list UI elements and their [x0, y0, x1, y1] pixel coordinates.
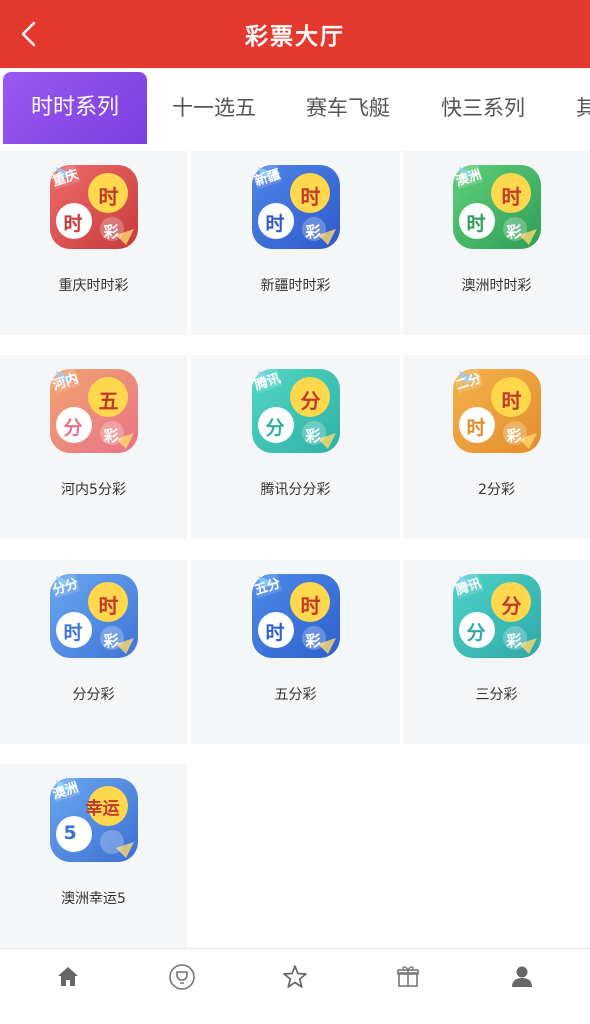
- nav-user[interactable]: [502, 963, 542, 1007]
- game-card[interactable]: 澳洲 幸运 5 澳洲幸运5: [0, 764, 187, 948]
- header-bar: 彩票大厅: [0, 0, 590, 68]
- trophy-icon: [169, 964, 195, 990]
- game-card[interactable]: 分分时时彩分分彩: [0, 560, 187, 744]
- icon-ball-text: 时: [300, 594, 321, 618]
- game-name: 分分彩: [72, 687, 115, 703]
- icon-ball-text: 时: [466, 213, 486, 235]
- icon-ball-text: 彩: [305, 632, 321, 650]
- icon-ball-text: 幸运: [85, 799, 120, 819]
- game-card[interactable]: 澳洲时时彩澳洲时时彩: [403, 151, 590, 335]
- game-name: 重庆时时彩: [58, 278, 129, 294]
- lottery-logo-icon: 五分时时彩: [248, 566, 344, 662]
- icon-ball-text: 时: [265, 213, 285, 235]
- game-name: 五分彩: [274, 687, 317, 703]
- page-title: 彩票大厅: [245, 24, 345, 50]
- game-card[interactable]: 二分时时彩 2分彩: [403, 355, 590, 539]
- icon-ball-text: 彩: [305, 223, 321, 241]
- nav-home[interactable]: [48, 963, 88, 1007]
- bottom-nav: [0, 948, 590, 1024]
- lottery-logo-icon: 二分时时彩: [449, 361, 545, 457]
- lottery-logo-icon: 重庆时时彩: [46, 157, 142, 253]
- icon-ball-text: 时: [63, 213, 83, 235]
- icon-ball-text: 时: [466, 417, 486, 439]
- game-card[interactable]: 腾讯分分彩三分彩: [403, 560, 590, 744]
- icon-ball-text: 时: [98, 594, 119, 618]
- tab-11x5[interactable]: 十一选五: [172, 72, 256, 144]
- game-name: 三分彩: [475, 687, 518, 703]
- nav-gift[interactable]: [388, 963, 428, 1007]
- icon-ball-text: 时: [501, 389, 522, 413]
- nav-star[interactable]: [275, 963, 315, 1007]
- icon-ball-text: 5: [63, 822, 77, 844]
- icon-ball-text: 彩: [506, 427, 522, 445]
- icon-ball-text: 时: [63, 622, 83, 644]
- icon-ball-text: 时: [300, 185, 321, 209]
- game-card[interactable]: 重庆时时彩重庆时时彩: [0, 151, 187, 335]
- tab-shishi[interactable]: 时时系列: [3, 72, 147, 144]
- lottery-logo-icon: 澳洲时时彩: [449, 157, 545, 253]
- icon-ball-text: 时: [98, 185, 119, 209]
- game-card[interactable]: 腾讯分分彩腾讯分分彩: [191, 355, 400, 539]
- lottery-logo-icon: 河内五分彩: [46, 361, 142, 457]
- game-card[interactable]: 五分时时彩五分彩: [191, 560, 400, 744]
- nav-trophy[interactable]: [162, 963, 202, 1007]
- icon-ball-text: 分: [501, 594, 522, 618]
- icon-ball-text: 彩: [305, 427, 321, 445]
- game-card[interactable]: 新疆时时彩新疆时时彩: [191, 151, 400, 335]
- game-name: 澳洲时时彩: [461, 278, 532, 294]
- tab-other[interactable]: 其: [576, 72, 590, 144]
- icon-ball-text: 分: [63, 417, 83, 439]
- icon-ball-text: 分: [265, 417, 285, 439]
- category-tabs: 时时系列 十一选五 赛车飞艇 快三系列 其: [0, 68, 590, 148]
- icon-ball-text: 分: [300, 389, 321, 413]
- game-card[interactable]: 河内五分彩河内5分彩: [0, 355, 187, 539]
- user-icon: [512, 966, 532, 987]
- lottery-logo-icon: 澳洲 幸运 5: [46, 770, 142, 866]
- game-name: 河内5分彩: [61, 482, 126, 498]
- home-icon: [58, 967, 78, 986]
- lottery-logo-icon: 新疆时时彩: [248, 157, 344, 253]
- icon-ball-text: 彩: [103, 223, 119, 241]
- icon-ball-text: 时: [265, 622, 285, 644]
- game-name: 新疆时时彩: [260, 278, 331, 294]
- game-name: 腾讯分分彩: [260, 482, 331, 498]
- icon-ball-text: 分: [466, 622, 486, 644]
- game-name: 2分彩: [478, 482, 515, 498]
- icon-ball-text: 彩: [506, 632, 522, 650]
- lottery-logo-icon: 分分时时彩: [46, 566, 142, 662]
- icon-ball-text: 彩: [506, 223, 522, 241]
- icon-ball-text: 五: [98, 389, 119, 413]
- icon-ball-text: 彩: [103, 632, 119, 650]
- icon-ball-text: 时: [501, 185, 522, 209]
- lottery-logo-icon: 腾讯分分彩: [248, 361, 344, 457]
- tab-k3[interactable]: 快三系列: [441, 72, 525, 144]
- tab-racing[interactable]: 赛车飞艇: [306, 72, 390, 144]
- game-name: 澳洲幸运5: [61, 891, 126, 907]
- gift-icon: [397, 966, 419, 987]
- star-icon: [283, 965, 307, 988]
- lottery-logo-icon: 腾讯分分彩: [449, 566, 545, 662]
- icon-ball-text: 彩: [103, 427, 119, 445]
